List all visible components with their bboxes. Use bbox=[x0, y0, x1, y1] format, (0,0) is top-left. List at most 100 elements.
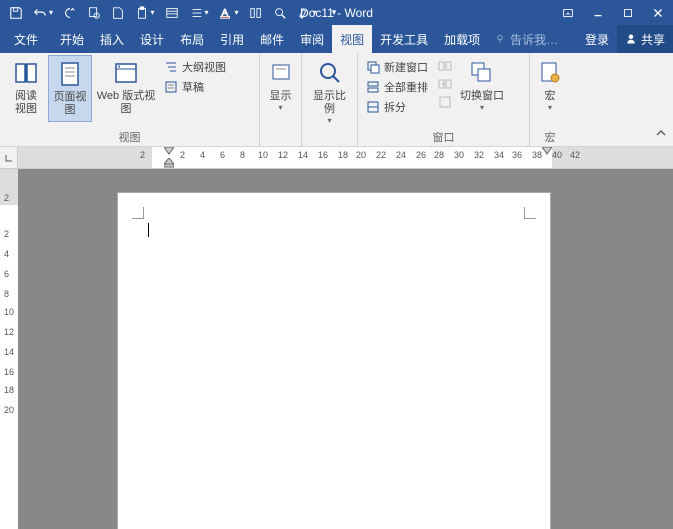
magnifier-icon bbox=[316, 59, 344, 87]
spacing-icon[interactable]: ▾ bbox=[184, 1, 214, 25]
split-label: 拆分 bbox=[384, 99, 406, 115]
minimize-icon[interactable] bbox=[583, 0, 613, 25]
reading-icon[interactable] bbox=[160, 1, 184, 25]
print-preview-icon[interactable] bbox=[82, 1, 106, 25]
ruler-vtick: 2 bbox=[4, 193, 9, 203]
vertical-ruler[interactable]: 2 2 4 6 8 10 12 14 16 18 20 bbox=[0, 169, 18, 529]
reset-position-button[interactable] bbox=[434, 93, 456, 111]
right-indent-icon[interactable] bbox=[542, 147, 552, 155]
sync-scroll-button[interactable] bbox=[434, 75, 456, 93]
zoom-label: 显示比例 bbox=[308, 90, 351, 116]
title-bar: ▾ ▾ ▾ A▾ ▾ ▾ Doc11 - Word bbox=[0, 0, 673, 25]
ruler-tick: 16 bbox=[318, 150, 328, 160]
group-window-label: 窗口 bbox=[362, 128, 525, 146]
tab-view[interactable]: 视图 bbox=[332, 25, 372, 53]
group-window: 新建窗口 全部重排 拆分 bbox=[358, 53, 530, 146]
zoom-button[interactable]: 显示比例 ▾ bbox=[306, 55, 353, 130]
macro-label: 宏 bbox=[545, 90, 556, 103]
font-color-icon[interactable]: A▾ bbox=[214, 1, 244, 25]
margin-corner-tr bbox=[524, 207, 536, 219]
hanging-indent-icon[interactable] bbox=[164, 158, 174, 168]
ruler-vtick: 2 bbox=[4, 229, 9, 239]
tell-me-search[interactable]: 告诉我… bbox=[488, 25, 564, 53]
sidebyside-icon bbox=[438, 59, 452, 73]
paste-icon[interactable]: ▾ bbox=[130, 1, 160, 25]
group-views: 阅读 视图 页面视图 Web 版式视图 大纲视图 草稿 视图 bbox=[0, 53, 260, 146]
page-icon bbox=[56, 60, 84, 88]
redo-icon[interactable] bbox=[58, 1, 82, 25]
ruler-tick: 26 bbox=[416, 150, 426, 160]
person-icon bbox=[625, 33, 637, 45]
web-layout-button[interactable]: Web 版式视图 bbox=[92, 55, 160, 120]
ruler-tick: 42 bbox=[570, 150, 580, 160]
print-layout-button[interactable]: 页面视图 bbox=[48, 55, 92, 122]
horizontal-ruler[interactable]: 2 2 4 6 8 10 12 14 16 18 20 22 24 26 28 … bbox=[18, 147, 673, 169]
tab-design[interactable]: 设计 bbox=[132, 25, 172, 53]
tab-selector[interactable] bbox=[0, 147, 18, 169]
switch-label: 切换窗口 bbox=[460, 90, 504, 103]
ruler-tick: 38 bbox=[532, 150, 542, 160]
share-label: 共享 bbox=[641, 31, 665, 48]
page[interactable] bbox=[118, 193, 550, 529]
tab-layout[interactable]: 布局 bbox=[172, 25, 212, 53]
group-macro: 宏 ▾ 宏 bbox=[530, 53, 570, 146]
ruler-vtick: 18 bbox=[4, 385, 14, 395]
save-icon[interactable] bbox=[4, 1, 28, 25]
new-doc-icon[interactable] bbox=[106, 1, 130, 25]
switch-icon bbox=[468, 59, 496, 87]
eye-icon bbox=[267, 59, 295, 87]
share-button[interactable]: 共享 bbox=[617, 25, 673, 53]
tab-addins[interactable]: 加载项 bbox=[436, 25, 488, 53]
close-icon[interactable] bbox=[643, 0, 673, 25]
tab-mailings[interactable]: 邮件 bbox=[252, 25, 292, 53]
sign-in-button[interactable]: 登录 bbox=[577, 25, 617, 53]
workspace: 2 2 4 6 8 10 12 14 16 18 20 bbox=[0, 169, 673, 529]
ruler-tick: 8 bbox=[240, 150, 245, 160]
columns-icon[interactable] bbox=[244, 1, 268, 25]
tab-developer[interactable]: 开发工具 bbox=[372, 25, 436, 53]
ruler-tick: 28 bbox=[434, 150, 444, 160]
macros-button[interactable]: 宏 ▾ bbox=[534, 55, 566, 117]
draft-label: 草稿 bbox=[182, 79, 204, 95]
tab-insert[interactable]: 插入 bbox=[92, 25, 132, 53]
switch-windows-button[interactable]: 切换窗口 ▾ bbox=[458, 55, 506, 117]
tab-home[interactable]: 开始 bbox=[52, 25, 92, 53]
ruler-tick: 40 bbox=[552, 150, 562, 160]
document-area[interactable] bbox=[18, 169, 673, 529]
read-mode-label: 阅读 视图 bbox=[15, 90, 37, 116]
ruler-left-margin bbox=[18, 147, 152, 168]
ruler-vtick: 14 bbox=[4, 347, 14, 357]
outline-view-button[interactable]: 大纲视图 bbox=[160, 57, 230, 77]
side-by-side-button[interactable] bbox=[434, 57, 456, 75]
read-mode-button[interactable]: 阅读 视图 bbox=[4, 55, 48, 120]
tab-review[interactable]: 审阅 bbox=[292, 25, 332, 53]
margin-corner-tl bbox=[132, 207, 144, 219]
zoom-icon[interactable] bbox=[268, 1, 292, 25]
show-label: 显示 bbox=[270, 90, 292, 103]
tab-file[interactable]: 文件 bbox=[0, 25, 52, 53]
window-icon bbox=[366, 60, 380, 74]
document-title: Doc11 - Word bbox=[300, 6, 373, 20]
tab-references[interactable]: 引用 bbox=[212, 25, 252, 53]
ribbon-display-icon[interactable] bbox=[553, 0, 583, 25]
split-button[interactable]: 拆分 bbox=[362, 97, 432, 117]
draft-icon bbox=[164, 80, 178, 94]
new-window-label: 新建窗口 bbox=[384, 59, 428, 75]
ruler-tick: 34 bbox=[494, 150, 504, 160]
ruler-tick: 10 bbox=[258, 150, 268, 160]
first-line-indent-icon[interactable] bbox=[164, 147, 174, 155]
group-show: 显示 ▾ bbox=[260, 53, 302, 146]
group-views-label: 视图 bbox=[4, 128, 255, 146]
collapse-ribbon-icon[interactable] bbox=[655, 127, 667, 142]
ribbon: 阅读 视图 页面视图 Web 版式视图 大纲视图 草稿 视图 bbox=[0, 53, 673, 147]
draft-view-button[interactable]: 草稿 bbox=[160, 77, 230, 97]
show-button[interactable]: 显示 ▾ bbox=[264, 55, 297, 117]
new-window-button[interactable]: 新建窗口 bbox=[362, 57, 432, 77]
ruler-tick: 6 bbox=[220, 150, 225, 160]
arrange-all-button[interactable]: 全部重排 bbox=[362, 77, 432, 97]
ruler-vtick: 20 bbox=[4, 405, 14, 415]
ruler-tick: 2 bbox=[140, 150, 145, 160]
quick-access-toolbar: ▾ ▾ ▾ A▾ ▾ ▾ bbox=[0, 1, 346, 25]
undo-icon[interactable]: ▾ bbox=[28, 1, 58, 25]
maximize-icon[interactable] bbox=[613, 0, 643, 25]
